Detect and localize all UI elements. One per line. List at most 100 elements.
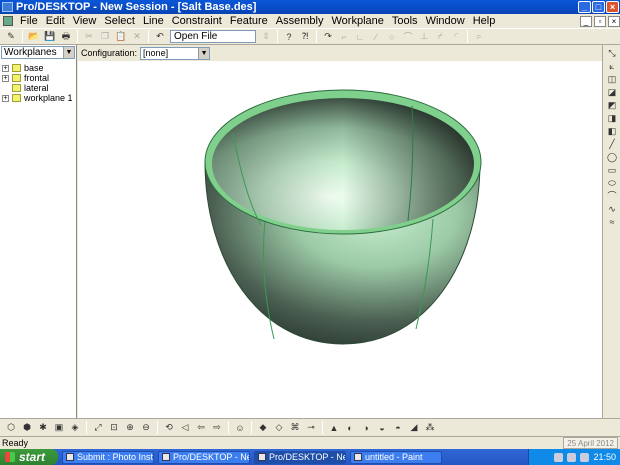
draw-rectangle-icon[interactable]: ▭	[606, 165, 618, 175]
zoom-window-icon[interactable]: ⊡	[107, 421, 121, 434]
forward-arrow-icon[interactable]: ⇨	[210, 421, 224, 434]
isometric-view-icon[interactable]: ⬡	[4, 421, 18, 434]
fillet-icon[interactable]: ◜	[449, 30, 463, 43]
constraint-icon[interactable]: ⊥	[417, 30, 431, 43]
undo-icon[interactable]: ↶	[153, 30, 167, 43]
circle-icon[interactable]: ○	[385, 30, 399, 43]
browser-select[interactable]: Workplanes ▼	[1, 46, 75, 59]
start-button[interactable]: start	[0, 449, 58, 465]
select-feature-icon[interactable]: ◩	[606, 100, 618, 110]
sweep-icon[interactable]: ◑	[359, 421, 373, 434]
context-help-icon[interactable]: ⁈	[298, 30, 312, 43]
menu-help[interactable]: Help	[469, 15, 500, 27]
open-folder-icon[interactable]: 📂	[27, 30, 41, 43]
link-icon[interactable]: ⊸	[304, 421, 318, 434]
taskbar-item[interactable]: untitled - Paint	[350, 450, 442, 464]
expand-icon[interactable]: +	[2, 74, 9, 82]
expand-icon[interactable]: +	[2, 94, 9, 102]
menu-workplane[interactable]: Workplane	[327, 15, 387, 27]
draw-circle-icon[interactable]: ◯	[606, 152, 618, 162]
select-tool-icon[interactable]: ⤡	[606, 48, 618, 58]
volume-tray-icon[interactable]	[580, 452, 590, 462]
taskbar-item-active[interactable]: Pro/DESKTOP - New ...	[254, 450, 346, 464]
configuration-select[interactable]: [none] ▼	[140, 46, 211, 60]
menu-view[interactable]: View	[69, 15, 101, 27]
slash-icon[interactable]: ⁄	[369, 30, 383, 43]
constraint-view-icon[interactable]: ⌘	[288, 421, 302, 434]
draw-line-icon[interactable]: ╱	[606, 139, 618, 149]
expand-icon[interactable]: +	[2, 64, 9, 72]
select-constraint-icon[interactable]: ◧	[606, 126, 618, 136]
pencil-icon[interactable]: ✎	[4, 30, 18, 43]
pattern-icon[interactable]: ⁂	[423, 421, 437, 434]
3d-viewport[interactable]	[78, 61, 602, 418]
doc-restore-button[interactable]: ▫	[594, 15, 606, 27]
smiley-icon[interactable]: ☺	[233, 421, 247, 434]
taskbar-item[interactable]: Pro/DESKTOP - New ...	[158, 450, 250, 464]
title-bar[interactable]: Pro/DESKTOP - New Session - [Salt Base.d…	[0, 0, 620, 14]
measure-icon[interactable]: ⌕	[472, 30, 486, 43]
paste-icon[interactable]: 📋	[114, 30, 128, 43]
arc-icon[interactable]: ⌒	[401, 30, 415, 43]
light-icon[interactable]: ✱	[36, 421, 50, 434]
maximize-button[interactable]: □	[592, 1, 605, 13]
tree-item-workplane-1[interactable]: + workplane 1	[2, 93, 73, 103]
shaded-view-icon[interactable]: ▣	[52, 421, 66, 434]
cut-icon[interactable]: ✂	[82, 30, 96, 43]
redo-icon[interactable]: ↷	[321, 30, 335, 43]
shell-icon[interactable]: ◓	[391, 421, 405, 434]
box-view-icon[interactable]: ⬢	[20, 421, 34, 434]
revolve-icon[interactable]: ◐	[343, 421, 357, 434]
assembly-icon[interactable]: ◇	[272, 421, 286, 434]
render-view-icon[interactable]: ◈	[68, 421, 82, 434]
rotate-view-icon[interactable]: ⟲	[162, 421, 176, 434]
select-workplane-icon[interactable]: ◨	[606, 113, 618, 123]
tree-item-frontal[interactable]: + frontal	[2, 73, 73, 83]
select-edge-icon[interactable]: ⟀	[606, 61, 618, 71]
extrude-icon[interactable]: ▲	[327, 421, 341, 434]
menu-select[interactable]: Select	[100, 15, 139, 27]
menu-tools[interactable]: Tools	[388, 15, 422, 27]
angle-icon[interactable]: ∟	[353, 30, 367, 43]
doc-minimize-button[interactable]: _	[580, 15, 592, 27]
help-tray-icon[interactable]	[554, 452, 564, 462]
chevron-down-icon[interactable]: ▼	[198, 47, 210, 59]
tree-item-lateral[interactable]: lateral	[2, 83, 73, 93]
tree-item-base[interactable]: + base	[2, 63, 73, 73]
chevron-down-icon[interactable]: ▼	[63, 47, 74, 58]
menu-edit[interactable]: Edit	[42, 15, 69, 27]
zoom-in-icon[interactable]: ⊕	[123, 421, 137, 434]
doc-close-button[interactable]: ×	[608, 15, 620, 27]
delete-icon[interactable]: ✕	[130, 30, 144, 43]
menu-assembly[interactable]: Assembly	[272, 15, 328, 27]
draw-spline-icon[interactable]: ∿	[606, 204, 618, 214]
menu-line[interactable]: Line	[139, 15, 168, 27]
draw-ellipse-icon[interactable]: ⬭	[606, 178, 618, 188]
network-tray-icon[interactable]	[567, 452, 577, 462]
line-icon[interactable]: ⌐	[337, 30, 351, 43]
part-icon[interactable]: ◆	[256, 421, 270, 434]
draw-arc-icon[interactable]: ⌒	[606, 191, 618, 201]
document-icon[interactable]	[3, 16, 13, 26]
clock[interactable]: 21:50	[593, 452, 616, 462]
select-part-icon[interactable]: ◪	[606, 87, 618, 97]
print-icon[interactable]: 🖶	[59, 30, 73, 43]
back-arrow-icon[interactable]: ⇦	[194, 421, 208, 434]
taskbar-item[interactable]: Submit : Photo Instru...	[62, 450, 154, 464]
copy-icon[interactable]: ❐	[98, 30, 112, 43]
select-face-icon[interactable]: ◫	[606, 74, 618, 84]
previous-view-icon[interactable]: ◁	[178, 421, 192, 434]
help-icon[interactable]: ?	[282, 30, 296, 43]
zoom-out-icon[interactable]: ⊖	[139, 421, 153, 434]
chamfer-icon[interactable]: ◢	[407, 421, 421, 434]
close-button[interactable]: ×	[606, 1, 619, 13]
zoom-fit-icon[interactable]: ⤢	[91, 421, 105, 434]
menu-feature[interactable]: Feature	[226, 15, 272, 27]
draw-freehand-icon[interactable]: ≈	[606, 217, 618, 227]
menu-window[interactable]: Window	[422, 15, 469, 27]
trim-icon[interactable]: ⌿	[433, 30, 447, 43]
menu-file[interactable]: File	[16, 15, 42, 27]
menu-constraint[interactable]: Constraint	[168, 15, 226, 27]
save-icon[interactable]: 💾	[43, 30, 57, 43]
scroll-icon[interactable]: ⇳	[259, 30, 273, 43]
